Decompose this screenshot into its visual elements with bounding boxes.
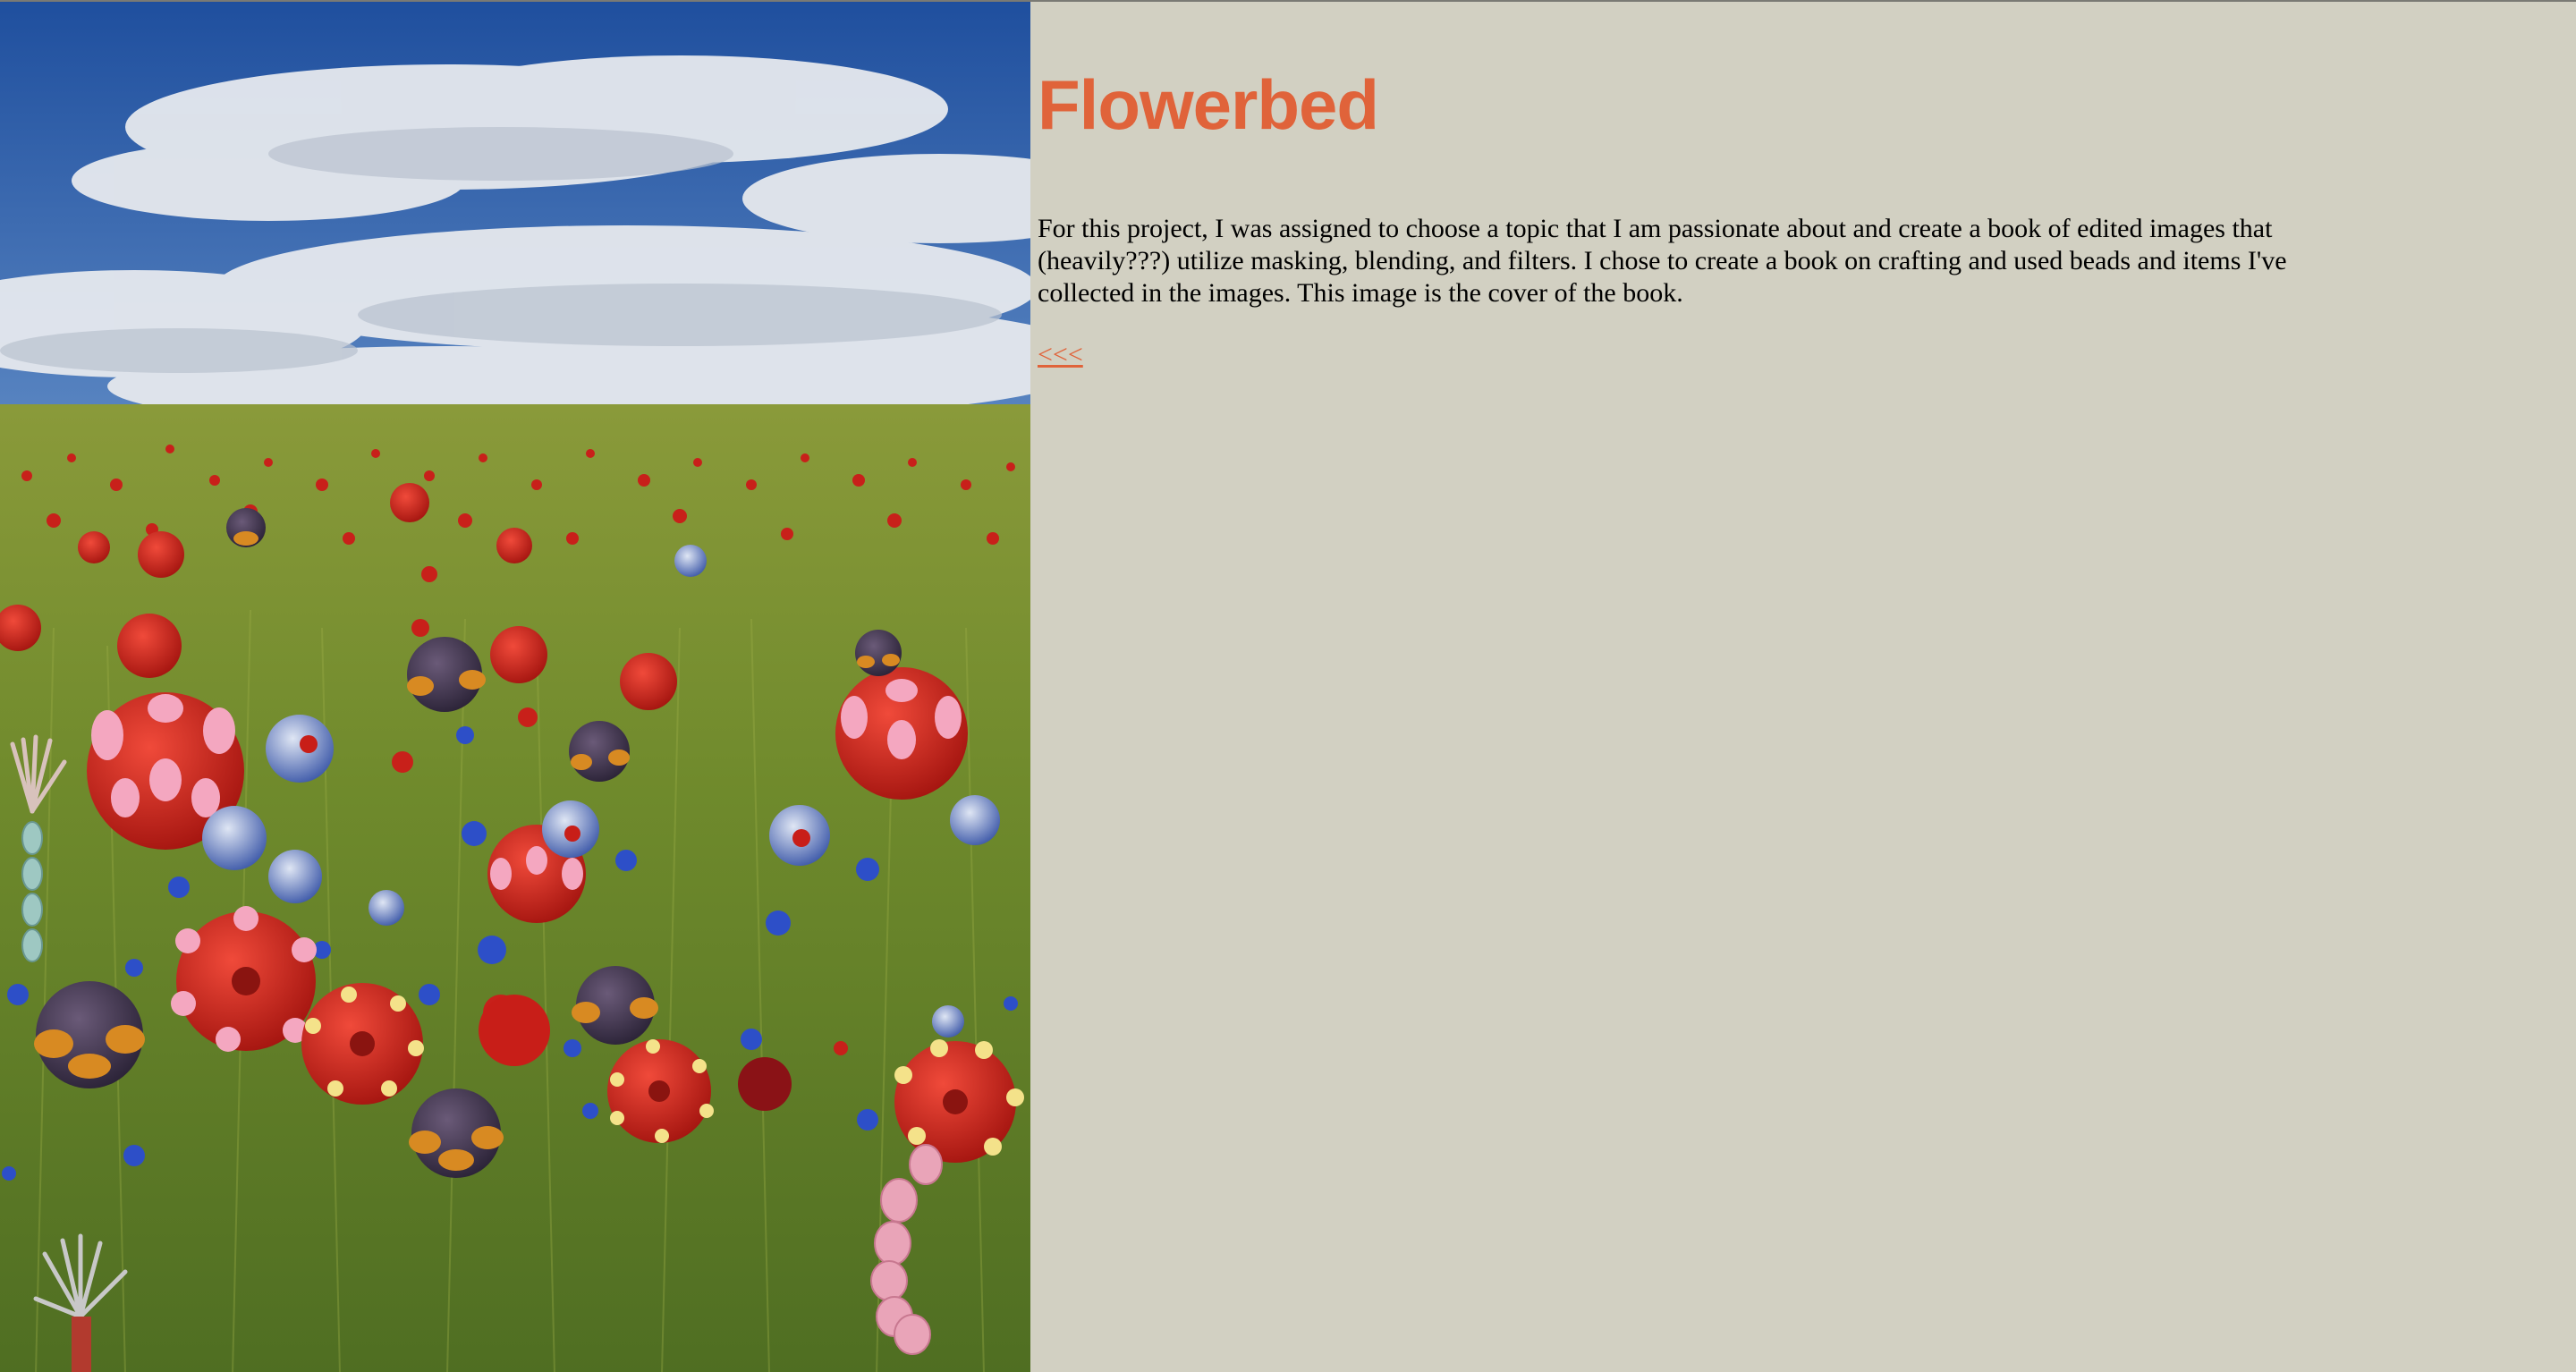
project-content: Flowerbed For this project, I was assign… (1038, 2, 2326, 370)
back-link[interactable]: <<< (1038, 340, 1083, 370)
cover-image (0, 2, 1030, 1372)
flowerbed-collage (0, 2, 1030, 1372)
project-description: For this project, I was assigned to choo… (1038, 214, 2287, 308)
page-title: Flowerbed (1038, 65, 1379, 144)
